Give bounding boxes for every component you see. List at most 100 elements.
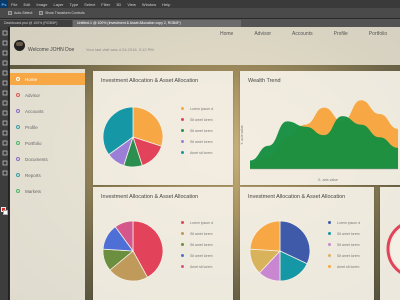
sidebar-item-icon <box>16 77 20 81</box>
legend-label: Sit amet lorem <box>337 231 360 236</box>
document-tab-dashboard[interactable]: Dashboard.psd @ 100% (RGB/8*) <box>0 20 72 27</box>
menu-help[interactable]: Help <box>159 2 173 7</box>
nav-home[interactable]: Home <box>220 31 233 37</box>
menu-edit[interactable]: Edit <box>20 2 33 7</box>
legend-item: Amet sit lorem <box>181 147 213 158</box>
background-color-swatch[interactable] <box>3 210 8 215</box>
sidebar-item-profile[interactable]: Profile <box>10 121 85 133</box>
menu-select[interactable]: Select <box>81 2 98 7</box>
menu-3d[interactable]: 3D <box>113 2 124 7</box>
menu-layer[interactable]: Layer <box>50 2 66 7</box>
legend-label: Sit amet lorem <box>190 117 213 122</box>
menu-type[interactable]: Type <box>67 2 82 7</box>
legend-label: Lorem ipsum d <box>190 106 214 111</box>
sidebar-item-label: Portfolio <box>25 140 42 146</box>
sidebar-item-advisor[interactable]: Advisor <box>10 89 85 101</box>
sidebar-item-home[interactable]: Home <box>10 73 85 85</box>
wealth-trend-chart: Y- axis value X- axis value <box>240 100 398 182</box>
sidebar-item-icon <box>16 109 20 113</box>
gradient-icon[interactable] <box>1 109 8 116</box>
transform-controls-option[interactable]: Show Transform Controls <box>39 11 85 15</box>
legend-swatch <box>181 118 184 121</box>
crop-icon[interactable] <box>1 59 8 66</box>
path-select-icon[interactable] <box>1 139 8 146</box>
legend-swatch <box>328 243 331 246</box>
legend-1: Lorem ipsum d Sit amet lorem Sit amet lore… <box>181 103 213 158</box>
legend-item: Sit amet lorem <box>181 239 213 250</box>
stamp-icon[interactable] <box>1 89 8 96</box>
type-icon[interactable] <box>1 129 8 136</box>
card-title: Investment Allocation & Asset Allocation <box>101 194 199 200</box>
menu-filter[interactable]: Filter <box>98 2 113 7</box>
ps-canvas[interactable]: Home Advisor Accounts Profile Portfolio … <box>10 27 400 300</box>
pie-chart-2 <box>102 220 164 282</box>
menu-image[interactable]: Image <box>33 2 50 7</box>
sidebar-item-label: Markets <box>25 188 42 194</box>
legend-item: Sit amet lorem <box>181 114 213 125</box>
auto-select-label: Auto-Select: <box>14 11 34 15</box>
ps-options-bar: Auto-Select: Show Transform Controls <box>0 8 400 19</box>
app-header: Home Advisor Accounts Profile Portfolio … <box>10 27 400 65</box>
nav-advisor[interactable]: Advisor <box>254 31 271 37</box>
pie-chart-1 <box>102 106 164 168</box>
sidebar-item-documents[interactable]: Documents <box>10 153 85 165</box>
nav-profile[interactable]: Profile <box>334 31 348 37</box>
legend-item: Amet sit lorem <box>328 261 360 272</box>
document-tab-untitled[interactable]: Untitled-1 @ 100% (Investment & Asset Al… <box>73 20 241 27</box>
legend-3: Lorem ipsum d Sit amet lorem Sit amet lore… <box>328 217 360 272</box>
ps-menubar: Ps File Edit Image Layer Type Select Fil… <box>0 0 400 8</box>
pie-slice-5 <box>249 220 281 252</box>
pie-chart-3 <box>249 220 311 282</box>
eraser-icon[interactable] <box>1 99 8 106</box>
legend-item: Sit amet lorem <box>328 228 360 239</box>
card-title: Investment Allocation & Asset Allocation <box>101 78 199 84</box>
marquee-icon[interactable] <box>1 39 8 46</box>
legend-label: Sit amet lorem <box>190 253 213 258</box>
eyedropper-icon[interactable] <box>1 69 8 76</box>
allocation-card-partial <box>380 187 400 300</box>
legend-item: Sit amet lorem <box>328 250 360 261</box>
sidebar-item-icon <box>16 141 20 145</box>
legend-swatch <box>181 107 184 110</box>
legend-item: Amet sit lorem <box>181 261 213 272</box>
legend-swatch <box>328 232 331 235</box>
pen-icon[interactable] <box>1 119 8 126</box>
legend-swatch <box>328 221 331 224</box>
legend-swatch <box>181 151 184 154</box>
sidebar-item-icon <box>16 189 20 193</box>
shape-icon[interactable] <box>1 149 8 156</box>
sidebar-item-icon <box>16 125 20 129</box>
brush-icon[interactable] <box>1 79 8 86</box>
legend-label: Sit amet lorem <box>190 242 213 247</box>
lasso-icon[interactable] <box>1 49 8 56</box>
auto-select-checkbox[interactable] <box>8 11 12 15</box>
menu-window[interactable]: Window <box>139 2 159 7</box>
hand-icon[interactable] <box>1 159 8 166</box>
sidebar-item-portfolio[interactable]: Portfolio <box>10 137 85 149</box>
auto-select-option[interactable]: Auto-Select: <box>8 11 33 15</box>
allocation-card-3: Investment Allocation & Asset Allocation… <box>240 187 374 300</box>
sidebar-item-accounts[interactable]: Accounts <box>10 105 85 117</box>
legend-swatch <box>181 265 184 268</box>
move-icon[interactable] <box>1 29 8 36</box>
nav-portfolio[interactable]: Portfolio <box>369 31 387 37</box>
legend-label: Lorem ipsum d <box>190 220 214 225</box>
avatar[interactable] <box>14 40 25 51</box>
sidebar-item-reports[interactable]: Reports <box>10 169 85 181</box>
legend-item: Sit amet lorem <box>181 136 213 147</box>
zoom-icon[interactable] <box>1 169 8 176</box>
transform-controls-checkbox[interactable] <box>39 11 44 15</box>
sidebar-item-icon <box>16 157 20 161</box>
sidebar-item-label: Advisor <box>25 92 41 98</box>
card-title: Wealth Trend <box>248 78 281 84</box>
sidebar-item-markets[interactable]: Markets <box>10 185 85 197</box>
legend-swatch <box>328 254 331 257</box>
legend-item: Lorem ipsum d <box>328 217 360 228</box>
legend-label: Sit amet lorem <box>190 231 213 236</box>
legend-2: Lorem ipsum d Sit amet lorem Sit amet lore… <box>181 217 213 272</box>
menu-view[interactable]: View <box>124 2 139 7</box>
nav-accounts[interactable]: Accounts <box>292 31 313 37</box>
legend-label: Amet sit lorem <box>190 150 213 155</box>
menu-file[interactable]: File <box>8 2 20 7</box>
legend-label: Sit amet lorem <box>337 242 360 247</box>
